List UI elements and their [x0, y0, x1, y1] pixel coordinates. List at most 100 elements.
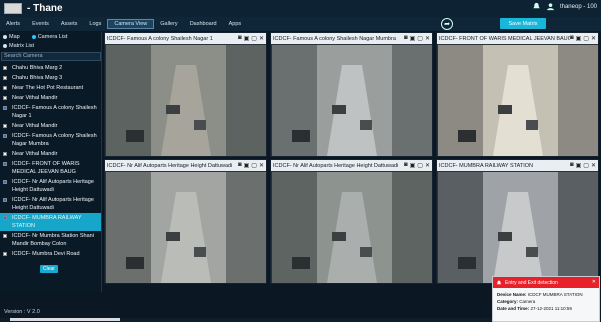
nav-camera-view[interactable]: Camera View [107, 19, 155, 29]
camera-checkbox[interactable] [3, 234, 7, 238]
save-matrix-button[interactable]: Save Matrix [500, 18, 546, 29]
user-area: thaneop - 100 [532, 2, 597, 11]
snapshot-icon[interactable]: ◙ [404, 35, 408, 42]
map-radio-label[interactable]: Map [9, 34, 20, 40]
fullscreen-icon[interactable]: ▢ [417, 162, 423, 169]
user-avatar-icon[interactable] [546, 2, 555, 11]
snapshot-icon[interactable]: ◙ [570, 35, 574, 42]
camera-list-item[interactable]: Near Vithal Mandir [0, 149, 101, 159]
camera-tile-title: ICDCF- FRONT OF WARIS MEDICAL JEEVAN BAU… [439, 35, 570, 42]
search-camera-input[interactable]: Search Camera [1, 52, 101, 61]
camera-list-item[interactable]: Near The Hot Pot Restaurant [0, 83, 101, 93]
nav-dashboard[interactable]: Dashboard [184, 17, 223, 31]
matrix-radio-row: Matrix List [0, 41, 101, 50]
camera-feed-image[interactable] [438, 45, 598, 156]
fullscreen-icon[interactable]: ▢ [417, 35, 423, 42]
close-icon[interactable]: ✕ [259, 162, 264, 169]
camera-tile[interactable]: ICDCF- Nr Alif Autoparts Heritage Height… [104, 159, 267, 284]
camera-list-item[interactable]: ICDCF- Nr Alif Autoparts Heritage Height… [0, 195, 101, 213]
view-mode-radios: Map Camera List [0, 32, 101, 41]
nav-events[interactable]: Events [26, 17, 55, 31]
snapshot-icon[interactable]: ◙ [404, 162, 408, 169]
camera-feed-image[interactable] [272, 45, 432, 156]
close-alert-icon[interactable]: ✕ [592, 279, 596, 285]
camera-list-radio-label[interactable]: Camera List [38, 34, 68, 40]
camera-list-item[interactable]: Near Vithal Mandir [0, 93, 101, 103]
top-bar: - Thane thaneop - 100 [0, 0, 601, 17]
camera-tile[interactable]: ICDCF- Famous A colony Shailesh Nagar Mu… [270, 32, 433, 157]
camera-feed-image[interactable] [272, 172, 432, 283]
camera-tile-header: ICDCF- FRONT OF WARIS MEDICAL JEEVAN BAU… [437, 33, 598, 44]
camera-checkbox[interactable] [3, 152, 7, 156]
camera-tile[interactable]: ICDCF- Famous A colony Shailesh Nagar 1 ◙… [104, 32, 267, 157]
camera-label: ICDCF- FRONT OF WARIS MEDICAL JEEVAN BAU… [12, 161, 80, 175]
horizontal-scrollbar[interactable] [10, 318, 120, 321]
matrix-list-radio[interactable] [3, 43, 7, 48]
nav-alerts[interactable]: Alerts [0, 17, 26, 31]
fullscreen-icon[interactable]: ▢ [251, 35, 257, 42]
fullscreen-icon[interactable]: ▢ [583, 162, 589, 169]
camera-list-item[interactable]: ICDCF- Nr Alif Autoparts Heritage Height… [0, 177, 101, 195]
fullscreen-icon[interactable]: ▢ [251, 162, 257, 169]
record-icon[interactable]: ▣ [410, 162, 416, 169]
camera-feed-image[interactable] [438, 172, 598, 283]
camera-checkbox[interactable] [3, 180, 7, 184]
camera-checkbox[interactable] [3, 252, 7, 256]
camera-tile[interactable]: ICDCF- MUMBRA RAILWAY STATION ◙ ▣ ▢ ✕ [436, 159, 599, 284]
camera-feed-image[interactable] [106, 45, 266, 156]
snapshot-icon[interactable]: ◙ [238, 35, 242, 42]
close-icon[interactable]: ✕ [591, 162, 596, 169]
camera-checkbox[interactable] [3, 162, 7, 166]
close-icon[interactable]: ✕ [259, 35, 264, 42]
camera-list-item[interactable]: Chahu Bhiva Marg 2 [0, 63, 101, 73]
camera-list-item[interactable]: Near Vithal Mandir [0, 121, 101, 131]
camera-checkbox[interactable] [3, 106, 7, 110]
camera-checkbox[interactable] [3, 124, 7, 128]
camera-list-item[interactable]: ICDCF- Nr Mumbra Station Shani Mandir Bo… [0, 231, 101, 249]
camera-label: ICDCF- Famous A colony Shailesh Nagar 1 [12, 105, 97, 119]
record-icon[interactable]: ▣ [244, 35, 250, 42]
clear-button[interactable]: Clear [40, 265, 58, 273]
camera-list-radio[interactable] [31, 34, 36, 39]
camera-checkbox[interactable] [3, 134, 7, 138]
snapshot-icon[interactable]: ◙ [570, 162, 574, 169]
snapshot-icon[interactable]: ◙ [238, 162, 242, 169]
camera-checkbox[interactable] [3, 86, 7, 90]
camera-list-item[interactable]: ICDCF- Famous A colony Shailesh Nagar Mu… [0, 131, 101, 149]
camera-checkbox[interactable] [3, 96, 7, 100]
notification-icon[interactable] [532, 2, 541, 11]
record-icon[interactable]: ▣ [410, 35, 416, 42]
nav-assets[interactable]: Assets [55, 17, 84, 31]
camera-list-item[interactable]: Chahu Bhiva Marg 3 [0, 73, 101, 83]
camera-tile-header: ICDCF- Famous A colony Shailesh Nagar 1 ◙… [105, 33, 266, 44]
share-icon[interactable]: ➦ [441, 18, 453, 30]
close-icon[interactable]: ✕ [425, 35, 430, 42]
camera-checkbox[interactable] [3, 198, 7, 202]
fullscreen-icon[interactable]: ▢ [583, 35, 589, 42]
camera-label: ICDCF- MUMBRA RAILWAY STATION [12, 215, 82, 229]
camera-tile[interactable]: ICDCF- FRONT OF WARIS MEDICAL JEEVAN BAU… [436, 32, 599, 157]
camera-tile-header: ICDCF- Nr Alif Autoparts Heritage Height… [105, 160, 266, 171]
camera-grid: ICDCF- Famous A colony Shailesh Nagar 1 ◙… [104, 32, 600, 288]
record-icon[interactable]: ▣ [576, 35, 582, 42]
record-icon[interactable]: ▣ [244, 162, 250, 169]
record-icon[interactable]: ▣ [576, 162, 582, 169]
camera-checkbox[interactable] [3, 216, 7, 220]
nav-gallery[interactable]: Gallery [154, 17, 183, 31]
camera-list-item[interactable]: ICDCF- Famous A colony Shailesh Nagar 1 [0, 103, 101, 121]
matrix-list-radio-label[interactable]: Matrix List [9, 43, 34, 49]
user-name[interactable]: thaneop - 100 [560, 4, 597, 10]
map-radio[interactable] [3, 34, 7, 39]
camera-list-item[interactable]: ICDCF- Mumbra Devi Road [0, 249, 101, 259]
close-icon[interactable]: ✕ [425, 162, 430, 169]
nav-logs[interactable]: Logs [83, 17, 107, 31]
camera-list-item[interactable]: ICDCF- FRONT OF WARIS MEDICAL JEEVAN BAU… [0, 159, 101, 177]
close-icon[interactable]: ✕ [591, 35, 596, 42]
camera-tile[interactable]: ICDCF- Nr Alif Autoparts Heritage Height… [270, 159, 433, 284]
camera-list-item[interactable]: ICDCF- MUMBRA RAILWAY STATION [0, 213, 101, 231]
camera-feed-image[interactable] [106, 172, 266, 283]
camera-checkbox[interactable] [3, 76, 7, 80]
tile-actions: ◙ ▣ ▢ ✕ [404, 162, 432, 169]
nav-apps[interactable]: Apps [223, 17, 248, 31]
camera-checkbox[interactable] [3, 66, 7, 70]
